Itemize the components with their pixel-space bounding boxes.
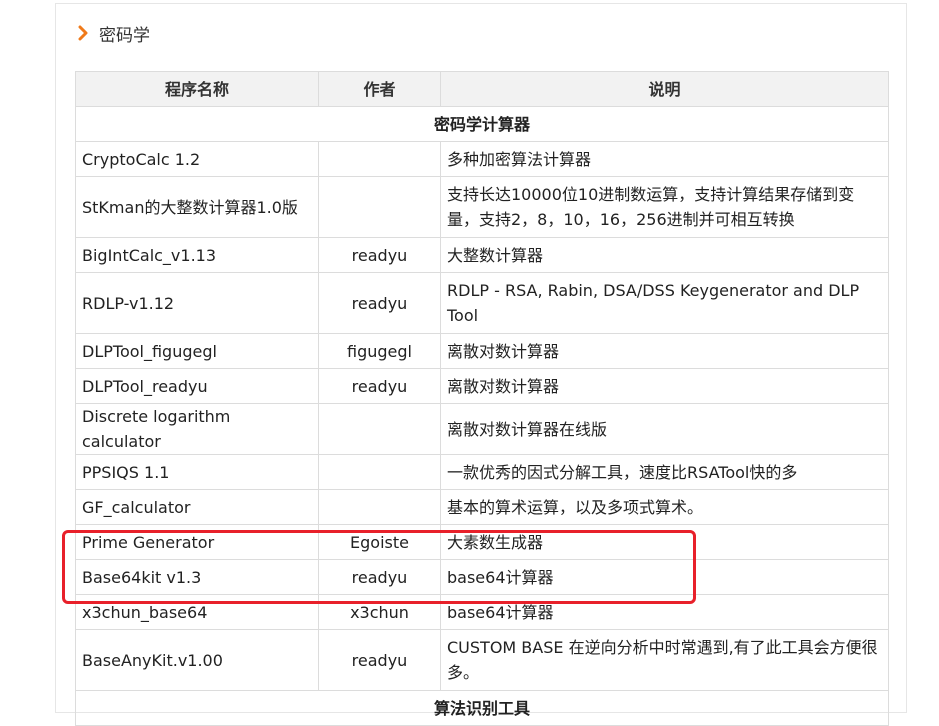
program-author: figugegl [318,333,441,369]
header-description: 说明 [440,71,889,107]
program-author [318,403,441,455]
table-row: DLPTool_readyu readyu 离散对数计算器 [75,368,889,404]
program-author: Egoiste [318,524,441,560]
table-row: Discrete logarithm calculator 离散对数计算器在线版 [75,403,889,455]
category-row: 密码学计算器 [75,106,889,142]
program-description: 大素数生成器 [440,524,889,560]
program-description: 基本的算术运算，以及多项式算术。 [440,489,889,525]
program-name[interactable]: StKman的大整数计算器1.0版 [75,176,319,238]
program-description: 支持长达10000位10进制数运算，支持计算结果存储到变量，支持2，8，10，1… [440,176,889,238]
header-author: 作者 [318,71,441,107]
program-description: RDLP - RSA, Rabin, DSA/DSS Keygenerator … [440,272,889,334]
table-row: RDLP-v1.12 readyu RDLP - RSA, Rabin, DSA… [75,272,889,334]
chevron-right-icon [77,23,93,43]
program-name[interactable]: DLPTool_figugegl [75,333,319,369]
table-row: StKman的大整数计算器1.0版 支持长达10000位10进制数运算，支持计算… [75,176,889,238]
program-author: readyu [318,559,441,595]
category-row: 算法识别工具 [75,690,889,726]
table-row: PPSIQS 1.1 一款优秀的因式分解工具，速度比RSATool快的多 [75,454,889,490]
program-description: 大整数计算器 [440,237,889,273]
program-name[interactable]: CryptoCalc 1.2 [75,141,319,177]
program-name[interactable]: Base64kit v1.3 [75,559,319,595]
table-row: BigIntCalc_v1.13 readyu 大整数计算器 [75,237,889,273]
program-name[interactable]: Prime Generator [75,524,319,560]
program-author: readyu [318,272,441,334]
program-description: 一款优秀的因式分解工具，速度比RSATool快的多 [440,454,889,490]
table-row: BaseAnyKit.v1.00 readyu CUSTOM BASE 在逆向分… [75,629,889,691]
program-author [318,141,441,177]
table-row: GF_calculator 基本的算术运算，以及多项式算术。 [75,489,889,525]
program-author [318,454,441,490]
program-name[interactable]: RDLP-v1.12 [75,272,319,334]
section-title: 密码学 [99,25,150,46]
program-name[interactable]: x3chun_base64 [75,594,319,630]
program-description: 离散对数计算器在线版 [440,403,889,455]
table-row: CryptoCalc 1.2 多种加密算法计算器 [75,141,889,177]
program-author: readyu [318,237,441,273]
header-program-name: 程序名称 [75,71,319,107]
program-description: base64计算器 [440,594,889,630]
table-row: DLPTool_figugegl figugegl 离散对数计算器 [75,333,889,369]
program-name[interactable]: PPSIQS 1.1 [75,454,319,490]
section-header: 密码学 [77,20,150,46]
table-row: Prime Generator Egoiste 大素数生成器 [75,524,889,560]
program-description: CUSTOM BASE 在逆向分析中时常遇到,有了此工具会方便很多。 [440,629,889,691]
table-row: x3chun_base64 x3chun base64计算器 [75,594,889,630]
table-row: Base64kit v1.3 readyu base64计算器 [75,559,889,595]
table-header-row: 程序名称 作者 说明 [75,71,889,107]
program-name[interactable]: GF_calculator [75,489,319,525]
program-author: x3chun [318,594,441,630]
program-author [318,489,441,525]
category-algorithm-identification: 算法识别工具 [75,690,889,726]
program-author: readyu [318,368,441,404]
program-name[interactable]: BigIntCalc_v1.13 [75,237,319,273]
program-description: 多种加密算法计算器 [440,141,889,177]
program-name[interactable]: DLPTool_readyu [75,368,319,404]
category-crypto-calculators: 密码学计算器 [75,106,889,142]
program-author: readyu [318,629,441,691]
program-author [318,176,441,238]
program-description: base64计算器 [440,559,889,595]
program-name[interactable]: BaseAnyKit.v1.00 [75,629,319,691]
program-description: 离散对数计算器 [440,368,889,404]
program-description: 离散对数计算器 [440,333,889,369]
program-table: 程序名称 作者 说明 密码学计算器 CryptoCalc 1.2 多种加密算法计… [75,71,889,726]
program-name[interactable]: Discrete logarithm calculator [75,403,319,455]
